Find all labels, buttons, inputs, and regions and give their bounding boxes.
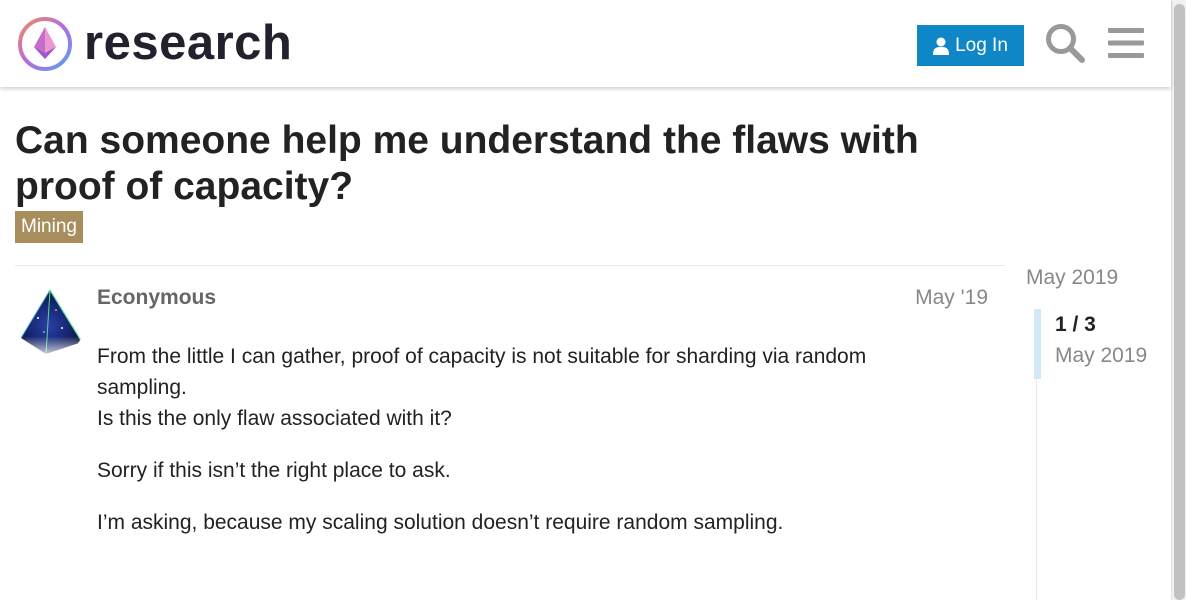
divider [15, 265, 1005, 266]
avatar[interactable] [16, 288, 85, 357]
post-username[interactable]: Econymous [97, 286, 216, 310]
scrollbar-thumb[interactable] [1174, 4, 1185, 600]
timeline-scroll-handle[interactable] [1034, 309, 1041, 379]
login-label: Log In [955, 34, 1008, 56]
page: research Log In Can someone help me unde… [0, 0, 1186, 600]
search-icon[interactable] [1044, 22, 1086, 64]
vertical-scrollbar[interactable] [1171, 0, 1186, 600]
site-header: research Log In [0, 0, 1171, 87]
post-paragraph: Sorry if this isn’t the right place to a… [97, 459, 451, 482]
post-date[interactable]: May '19 [915, 286, 988, 310]
timeline-start-date[interactable]: May 2019 [1026, 266, 1118, 290]
category-badge[interactable]: Mining [15, 211, 83, 243]
post-paragraph-text: From the little I can gather, proof of c… [97, 345, 867, 399]
post-paragraph: I’m asking, because my scaling solution … [97, 511, 784, 534]
login-button[interactable]: Log In [917, 25, 1024, 66]
post-body: From the little I can gather, proof of c… [97, 341, 917, 559]
post-paragraph: From the little I can gather, proof of c… [97, 341, 917, 434]
user-icon [933, 37, 950, 55]
post-paragraph-text: Is this the only flaw associated with it… [97, 407, 452, 430]
topic-title[interactable]: Can someone help me understand the flaws… [15, 118, 1015, 210]
timeline-current-date: May 2019 [1055, 344, 1148, 367]
logo-icon[interactable] [16, 15, 74, 73]
site-wordmark[interactable]: research [84, 14, 292, 72]
timeline-position: 1 / 3 [1055, 313, 1096, 336]
hamburger-menu-icon[interactable] [1106, 26, 1146, 60]
